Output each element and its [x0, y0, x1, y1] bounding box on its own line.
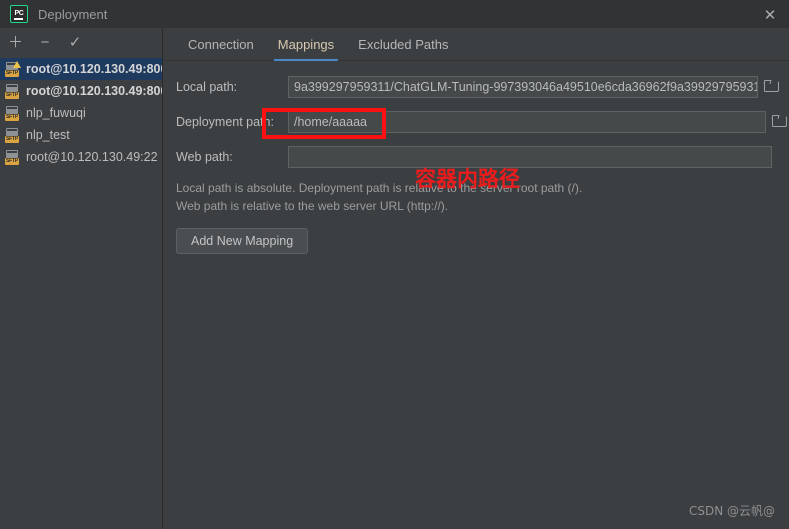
tab-connection[interactable]: Connection [176, 37, 266, 60]
warning-triangle-icon [13, 60, 21, 68]
local-path-label: Local path: [176, 79, 238, 94]
list-item[interactable]: SFTP root@10.120.130.49:22 [0, 146, 162, 168]
pycharm-logo-underline [14, 18, 23, 20]
list-item-label: nlp_test [26, 128, 70, 142]
deployment-path-input[interactable]: /home/aaaaa [288, 110, 766, 133]
help-text-line-1: Local path is absolute. Deployment path … [176, 181, 583, 195]
local-path-input[interactable]: 9a399297959311/ChatGLM-Tuning-997393046a… [288, 75, 758, 98]
server-list-panel: ＋ − ✓ SFTP root@10.120.130.49:800 SFTP r… [0, 28, 163, 529]
list-item-label: root@10.120.130.49:800 [26, 62, 162, 76]
deployment-path-row: Deployment path: /home/aaaaa [176, 110, 789, 133]
sftp-tag-label: SFTP [5, 113, 19, 121]
web-path-label: Web path: [176, 149, 233, 164]
sftp-tag-label: SFTP [5, 91, 19, 99]
deployment-dialog: PC Deployment ✕ ＋ − ✓ SFTP root@10.120.1… [0, 0, 789, 529]
list-item-label: root@10.120.130.49:22 [26, 150, 158, 164]
watermark: CSDN @云帆@ [688, 504, 775, 518]
sftp-server-icon: SFTP [5, 83, 20, 99]
sftp-server-icon: SFTP [5, 60, 21, 77]
apply-server-icon[interactable]: ✓ [68, 35, 82, 50]
list-item[interactable]: SFTP nlp_fuwuqi [0, 102, 162, 124]
sftp-server-icon: SFTP [5, 149, 20, 165]
mappings-form: Local path: 9a399297959311/ChatGLM-Tunin… [164, 61, 789, 254]
help-text-line-2: Web path is relative to the web server U… [176, 199, 449, 213]
title-bar: PC Deployment ✕ [0, 0, 789, 28]
add-new-mapping-button[interactable]: Add New Mapping [176, 228, 309, 254]
list-item[interactable]: SFTP root@10.120.130.49:800 [0, 80, 162, 102]
tab-bar: Connection Mappings Excluded Paths [164, 28, 789, 61]
add-server-icon[interactable]: ＋ [8, 35, 23, 50]
browse-folder-icon[interactable] [771, 114, 788, 129]
browse-folder-icon[interactable] [763, 79, 780, 94]
mappings-panel: Connection Mappings Excluded Paths Local… [164, 28, 789, 529]
sftp-tag-label: SFTP [5, 157, 19, 165]
web-path-row: Web path: [176, 145, 789, 168]
list-item[interactable]: SFTP root@10.120.130.49:800 [0, 58, 162, 80]
server-list-toolbar: ＋ − ✓ [0, 28, 162, 56]
deployment-path-label: Deployment path: [176, 114, 274, 129]
sftp-tag-label: SFTP [5, 69, 19, 77]
window-title: Deployment [38, 6, 108, 22]
sftp-tag-label: SFTP [5, 135, 19, 143]
server-list: SFTP root@10.120.130.49:800 SFTP root@10… [0, 58, 162, 168]
pycharm-logo-text: PC [14, 9, 24, 17]
web-path-input[interactable] [288, 145, 772, 168]
tab-excluded-paths[interactable]: Excluded Paths [346, 37, 460, 60]
pycharm-logo-icon: PC [10, 5, 28, 23]
tab-mappings[interactable]: Mappings [266, 37, 346, 61]
list-item-label: nlp_fuwuqi [26, 106, 86, 120]
sftp-server-icon: SFTP [5, 127, 20, 143]
local-path-row: Local path: 9a399297959311/ChatGLM-Tunin… [176, 75, 789, 98]
remove-server-icon[interactable]: − [38, 35, 52, 50]
list-item[interactable]: SFTP nlp_test [0, 124, 162, 146]
close-icon[interactable]: ✕ [759, 4, 781, 26]
list-item-label: root@10.120.130.49:800 [26, 84, 162, 98]
sftp-server-icon: SFTP [5, 105, 20, 121]
